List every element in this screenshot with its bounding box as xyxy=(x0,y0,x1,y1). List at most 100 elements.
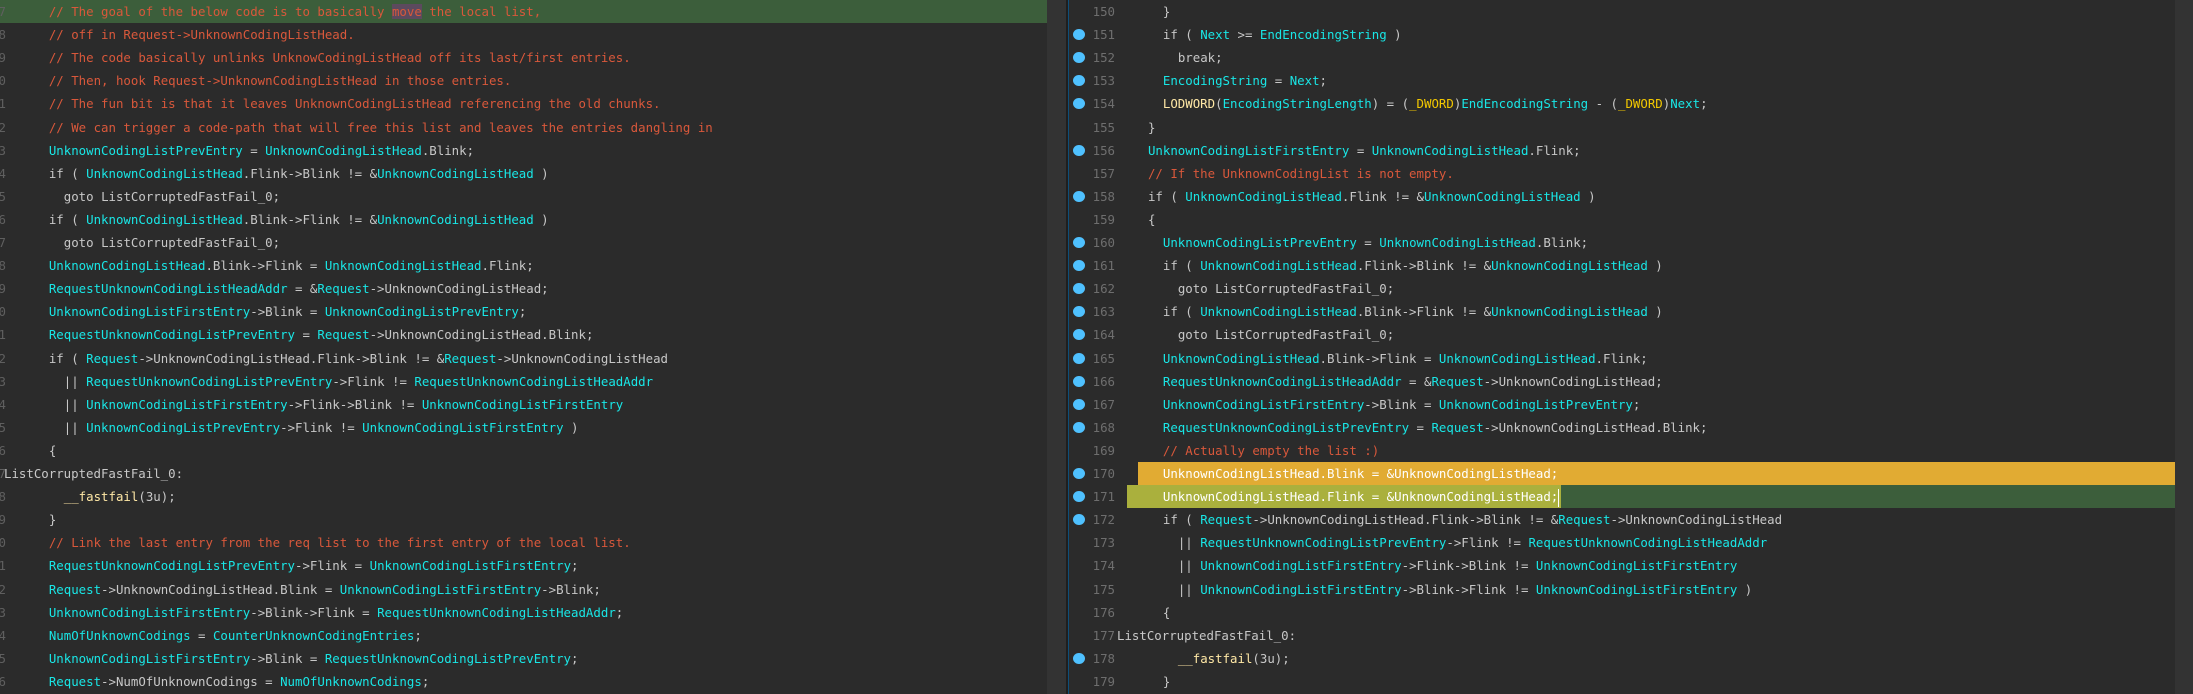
code-line[interactable]: 2 if ( Request->UnknownCodingListHead.Fli… xyxy=(0,347,1047,370)
left-editor-scrollbar[interactable] xyxy=(1047,0,1066,694)
comment-token: // Actually empty the list :) xyxy=(1162,442,1380,458)
right-editor-scrollbar[interactable] xyxy=(2175,0,2193,694)
code-line[interactable]: 9} xyxy=(0,508,1047,531)
breakpoint-icon[interactable] xyxy=(1073,468,1085,479)
code-line-selected[interactable]: 170 UnknownCodingListHead.Blink = &Unknow… xyxy=(1069,462,2176,486)
code-line[interactable]: 172 if ( Request->UnknownCodingListHead.F… xyxy=(1069,508,2176,531)
code-text: || UnknownCodingListPrevEntry->Flink != … xyxy=(64,416,579,439)
code-line[interactable]: 1 RequestUnknownCodingListPrevEntry = Req… xyxy=(0,323,1047,346)
code-line[interactable]: 6 Request->NumOfUnknownCodings = NumOfUnk… xyxy=(0,670,1047,693)
breakpoint-icon[interactable] xyxy=(1073,514,1085,526)
code-line[interactable]: 1 RequestUnknownCodingListPrevEntry->Flin… xyxy=(0,554,1047,577)
code-text: // If the UnknownCodingList is not empty… xyxy=(1148,162,1454,185)
code-token: Request xyxy=(1200,512,1253,528)
code-line[interactable]: 9 RequestUnknownCodingListHeadAddr = &Req… xyxy=(0,277,1047,300)
breakpoint-icon[interactable] xyxy=(1073,329,1085,341)
code-line[interactable]: 0 // Then, hook Request->UnknownCodingLis… xyxy=(0,69,1047,92)
code-line[interactable]: 9 // The code basically unlinks UnknowCod… xyxy=(0,46,1047,69)
code-line[interactable]: 8 // off in Request->UnknownCodingListHea… xyxy=(0,23,1047,46)
code-line[interactable]: 169 // Actually empty the list :) xyxy=(1069,439,2176,462)
breakpoint-icon[interactable] xyxy=(1073,352,1085,364)
code-line[interactable]: 4 if ( UnknownCodingListHead.Flink->Blink… xyxy=(0,162,1047,185)
code-line[interactable]: 166 RequestUnknownCodingListHeadAddr = &R… xyxy=(1069,370,2176,393)
code-line[interactable]: 153 EncodingString = Next; xyxy=(1069,69,2176,92)
code-line[interactable]: 152 break; xyxy=(1069,46,2176,69)
code-line[interactable]: 1 // The fun bit is that it leaves Unknow… xyxy=(0,92,1047,115)
code-line[interactable]: 179} xyxy=(1069,670,2176,693)
code-line[interactable]: 5 || UnknownCodingListPrevEntry->Flink !=… xyxy=(0,416,1047,439)
breakpoint-icon[interactable] xyxy=(1073,283,1085,295)
breakpoint-icon[interactable] xyxy=(1073,98,1085,110)
code-text: UnknownCodingListHead.Flink = &UnknownCo… xyxy=(1163,485,1560,508)
code-line[interactable]: 8 UnknownCodingListHead.Blink->Flink = Un… xyxy=(0,254,1047,277)
code-line[interactable]: 5 goto ListCorruptedFastFail_0; xyxy=(0,185,1047,208)
code-line[interactable]: 174 || UnknownCodingListFirstEntry->Flink… xyxy=(1069,554,2176,577)
code-line[interactable]: 7 ListCorruptedFastFail_0: xyxy=(0,462,1047,485)
breakpoint-icon[interactable] xyxy=(1073,190,1085,202)
line-number: 6 xyxy=(0,211,6,227)
code-line[interactable]: 167 UnknownCodingListFirstEntry->Blink = … xyxy=(1069,393,2176,416)
code-line[interactable]: 8 __fastfail(3u); xyxy=(0,485,1047,508)
code-token: ->Blink->Flink = xyxy=(250,604,378,620)
code-line[interactable]: 162 goto ListCorruptedFastFail_0; xyxy=(1069,277,2176,300)
breakpoint-icon[interactable] xyxy=(1073,144,1085,156)
code-line[interactable]: 173 || RequestUnknownCodingListPrevEntry-… xyxy=(1069,531,2176,554)
code-text: // Then, hook Request->UnknownCodingList… xyxy=(49,69,512,92)
code-line[interactable]: 175 || UnknownCodingListFirstEntry->Blink… xyxy=(1069,578,2176,601)
code-line[interactable]: 2 Request->UnknownCodingListHead.Blink = … xyxy=(0,578,1047,601)
left-editor-pane[interactable]: 7 // The goal of the below code is to bas… xyxy=(0,0,1047,694)
breakpoint-icon[interactable] xyxy=(1073,398,1085,410)
code-line[interactable]: 176 { xyxy=(1069,601,2176,624)
code-token: break; xyxy=(1177,50,1223,66)
code-token: UnknownCodingListHead xyxy=(1379,235,1536,250)
code-token: } xyxy=(1162,673,1171,689)
breakpoint-icon[interactable] xyxy=(1073,491,1085,503)
code-line[interactable]: 155} xyxy=(1069,116,2176,139)
code-line[interactable]: 4 || UnknownCodingListFirstEntry->Flink->… xyxy=(0,393,1047,416)
code-line[interactable]: 157 // If the UnknownCodingList is not em… xyxy=(1069,162,2176,185)
line-number: 5 xyxy=(0,188,6,204)
code-line[interactable]: 0 UnknownCodingListFirstEntry->Blink = Un… xyxy=(0,300,1047,323)
line-number: 7 xyxy=(0,4,6,19)
code-token: EndEncodingString xyxy=(1259,27,1387,43)
code-line[interactable]: 2 // We can trigger a code-path that will… xyxy=(0,116,1047,139)
code-line[interactable]: 3 UnknownCodingListPrevEntry = UnknownCod… xyxy=(0,139,1047,162)
code-line[interactable]: 6{ xyxy=(0,439,1047,462)
breakpoint-icon[interactable] xyxy=(1073,306,1085,318)
code-line[interactable]: 3 || RequestUnknownCodingListPrevEntry->F… xyxy=(0,370,1047,393)
breakpoint-icon[interactable] xyxy=(1073,75,1085,87)
code-line[interactable]: 6 if ( UnknownCodingListHead.Blink->Flink… xyxy=(0,208,1047,231)
code-line-selected[interactable]: 171 UnknownCodingListHead.Flink = &Unknow… xyxy=(1073,485,2176,509)
breakpoint-icon[interactable] xyxy=(1073,52,1085,64)
code-line[interactable]: 177 ListCorruptedFastFail_0: xyxy=(1069,624,2176,647)
code-line[interactable]: 161 if ( UnknownCodingListHead.Flink->Bli… xyxy=(1069,254,2176,277)
line-number: 9 xyxy=(0,512,6,528)
code-line[interactable]: 154 LODWORD(EncodingStringLength) = (_DWO… xyxy=(1069,92,2176,115)
code-line[interactable]: 3 UnknownCodingListFirstEntry->Blink->Fli… xyxy=(0,601,1047,624)
right-editor-pane[interactable]: 150} 151 if ( Next >= EndEncodingString ) 1… xyxy=(1068,0,2176,694)
code-line-current[interactable]: 7 // The goal of the below code is to bas… xyxy=(0,0,1047,24)
breakpoint-icon[interactable] xyxy=(1073,421,1085,433)
code-line[interactable]: 178 __fastfail(3u); xyxy=(1069,647,2176,670)
code-line[interactable]: 151 if ( Next >= EndEncodingString ) xyxy=(1069,23,2176,46)
code-line[interactable]: 7 goto ListCorruptedFastFail_0; xyxy=(0,231,1047,254)
code-line[interactable]: 159 { xyxy=(1069,208,2176,231)
code-token: UnknownCodingListFirstEntry xyxy=(1535,581,1738,597)
code-line[interactable]: 5 UnknownCodingListFirstEntry->Blink = Re… xyxy=(0,647,1047,670)
code-line[interactable]: 4 NumOfUnknownCodings = CounterUnknownCod… xyxy=(0,624,1047,647)
code-line[interactable]: 0 // Link the last entry from the req lis… xyxy=(0,531,1047,554)
breakpoint-icon[interactable] xyxy=(1073,652,1085,664)
code-line[interactable]: 160 UnknownCodingListPrevEntry = UnknownC… xyxy=(1069,231,2176,254)
code-line[interactable]: 168 RequestUnknownCodingListPrevEntry = R… xyxy=(1069,416,2176,439)
code-line[interactable]: 164 goto ListCorruptedFastFail_0; xyxy=(1069,323,2176,346)
breakpoint-icon[interactable] xyxy=(1073,29,1085,41)
code-line[interactable]: 163 if ( UnknownCodingListHead.Blink->Fli… xyxy=(1069,300,2176,323)
breakpoint-icon[interactable] xyxy=(1073,260,1085,272)
code-line[interactable]: 156 UnknownCodingListFirstEntry = Unknown… xyxy=(1069,139,2176,162)
breakpoint-icon[interactable] xyxy=(1073,237,1085,248)
breakpoint-icon[interactable] xyxy=(1073,375,1085,387)
code-line[interactable]: 150} xyxy=(1069,0,2176,23)
code-line[interactable]: 158 if ( UnknownCodingListHead.Flink != &… xyxy=(1069,185,2176,208)
code-token: = xyxy=(190,627,213,643)
code-line[interactable]: 165 UnknownCodingListHead.Blink->Flink = … xyxy=(1069,347,2176,370)
